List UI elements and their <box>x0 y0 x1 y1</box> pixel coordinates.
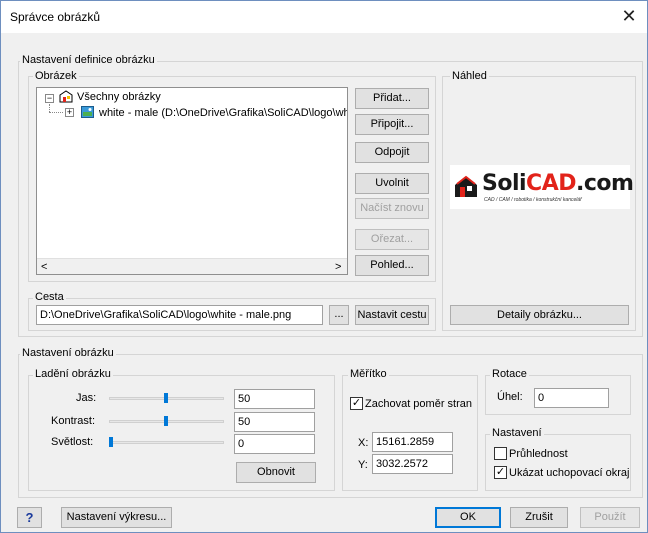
browse-button[interactable]: ... <box>329 305 349 325</box>
fade-slider[interactable] <box>109 441 224 444</box>
expand-icon[interactable]: + <box>65 108 74 117</box>
collapse-icon[interactable]: − <box>45 94 54 103</box>
keep-ratio-checkbox[interactable]: ✓ <box>350 397 363 410</box>
tree-child-label[interactable]: white - male (D:\OneDrive\Grafika\SoliCA… <box>99 107 347 120</box>
image-file-icon <box>81 106 94 118</box>
image-details-button[interactable]: Detaily obrázku... <box>450 305 629 325</box>
tree-root-label[interactable]: Všechny obrázky <box>77 91 161 104</box>
ok-button[interactable]: OK <box>435 507 501 528</box>
path-input[interactable]: D:\OneDrive\Grafika\SoliCAD\logo\white -… <box>36 305 323 325</box>
brightness-slider-thumb[interactable] <box>164 393 168 403</box>
image-settings-label: Nastavení obrázku <box>20 347 116 360</box>
clip-button[interactable]: Ořezat... <box>355 229 429 250</box>
image-manager-dialog: Správce obrázků ✕ Nastavení definice obr… <box>0 0 648 533</box>
image-group-label: Obrázek <box>33 70 79 83</box>
close-icon[interactable]: ✕ <box>617 5 641 29</box>
settings-group-label: Nastavení <box>490 427 544 440</box>
add-button[interactable]: Přidat... <box>355 88 429 109</box>
logo-com-text: .com <box>575 171 634 196</box>
brightness-label: Jas: <box>76 392 97 404</box>
contrast-label: Kontrast: <box>51 415 96 427</box>
show-frame-checkbox[interactable]: ✓ <box>494 466 507 479</box>
adjust-group-label: Ladění obrázku <box>33 368 113 381</box>
transparency-label[interactable]: Průhlednost <box>509 448 568 461</box>
x-label: X: <box>358 437 369 449</box>
contrast-input[interactable]: 50 <box>234 412 315 432</box>
reset-button[interactable]: Obnovit <box>236 462 316 483</box>
view-button[interactable]: Pohled... <box>355 255 429 276</box>
scale-group-label: Měřítko <box>348 368 389 381</box>
title-bar: Správce obrázků ✕ <box>1 1 647 33</box>
logo-tagline: CAD / CAM / robotika / konstrukční kance… <box>484 197 582 203</box>
y-label: Y: <box>358 459 368 471</box>
show-frame-label[interactable]: Ukázat uchopovací okraj <box>509 467 629 480</box>
definition-settings-label: Nastavení definice obrázku <box>20 54 157 67</box>
reload-button[interactable]: Načíst znovu <box>355 198 429 219</box>
attach-button[interactable]: Připojit... <box>355 114 429 135</box>
preview-group-label: Náhled <box>450 70 489 83</box>
folder-image-icon <box>59 90 73 103</box>
logo-soli-text: Soli <box>482 171 527 196</box>
brightness-input[interactable]: 50 <box>234 389 315 409</box>
x-scale-input[interactable]: 15161.2859 <box>372 432 453 452</box>
image-tree[interactable]: − Všechny obrázky + white - male (D:\One… <box>36 87 348 275</box>
detach-button[interactable]: Odpojit <box>355 142 429 163</box>
cancel-button[interactable]: Zrušit <box>510 507 568 528</box>
help-button[interactable]: ? <box>17 507 42 528</box>
horizontal-scrollbar[interactable]: < > <box>37 258 347 274</box>
scroll-left-icon[interactable]: < <box>41 261 47 273</box>
solicad-logo-icon <box>455 175 477 197</box>
path-group-label: Cesta <box>33 291 66 304</box>
fade-label: Světlost: <box>51 436 94 448</box>
fade-slider-thumb[interactable] <box>109 437 113 447</box>
tree-connector <box>49 112 63 113</box>
settings-group <box>485 434 631 491</box>
window-title: Správce obrázků <box>10 10 101 24</box>
angle-input[interactable]: 0 <box>534 388 609 408</box>
keep-ratio-label[interactable]: Zachovat poměr stran <box>365 398 472 411</box>
angle-label: Úhel: <box>497 391 523 403</box>
set-path-button[interactable]: Nastavit cestu <box>355 305 429 325</box>
transparency-checkbox[interactable] <box>494 447 507 460</box>
drawing-settings-button[interactable]: Nastavení výkresu... <box>61 507 172 528</box>
unload-button[interactable]: Uvolnit <box>355 173 429 194</box>
apply-button[interactable]: Použít <box>580 507 640 528</box>
y-scale-input[interactable]: 3032.2572 <box>372 454 453 474</box>
contrast-slider-thumb[interactable] <box>164 416 168 426</box>
fade-input[interactable]: 0 <box>234 434 315 454</box>
logo-cad-text: CAD <box>526 171 576 196</box>
logo-wordmark: SoliCAD.com <box>482 171 634 197</box>
tree-connector <box>49 104 50 112</box>
rotation-group-label: Rotace <box>490 368 529 381</box>
preview-image: SoliCAD.com CAD / CAM / robotika / konst… <box>450 165 634 209</box>
scroll-right-icon[interactable]: > <box>335 261 341 273</box>
